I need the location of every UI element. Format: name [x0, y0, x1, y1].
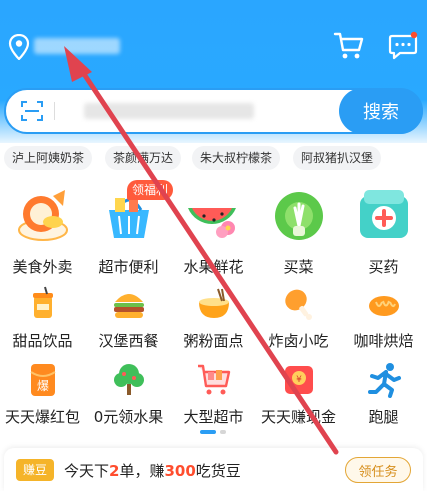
category-supermarket[interactable]: 超市便利 — [86, 186, 171, 281]
bean-task-bar: 赚豆 今天下2单，赚300吃货豆 领任务 — [4, 448, 423, 491]
category-label: 大型超市 — [183, 408, 244, 426]
bread-icon — [368, 296, 399, 316]
hot-search-chips: 泸上阿姨奶茶 茶颜满万达 朱大叔柠檬茶 阿叔猪扒汉堡 — [0, 146, 427, 170]
location-pin-icon[interactable] — [8, 34, 30, 60]
header-bar: 搜索 — [0, 0, 427, 143]
running-man-icon — [367, 363, 401, 398]
vegetable-icon — [274, 192, 323, 240]
shopping-cart-icon[interactable] — [333, 30, 365, 60]
category-label: 炸卤小吃 — [268, 332, 329, 350]
category-label: 0元领水果 — [93, 408, 164, 426]
hot-search-chip[interactable]: 阿叔猪扒汉堡 — [293, 146, 382, 170]
hot-search-chip[interactable]: 朱大叔柠檬茶 — [192, 146, 281, 170]
category-label: 美食外卖 — [12, 258, 73, 276]
bean-tag: 赚豆 — [16, 459, 54, 481]
cash-envelope-icon: ¥ — [284, 366, 313, 394]
category-label: 天天爆红包 — [4, 408, 80, 426]
category-label: 甜品饮品 — [12, 332, 73, 350]
scan-icon[interactable] — [20, 99, 44, 123]
shopping-cart-icon — [197, 364, 230, 395]
location-text-blurred[interactable] — [34, 38, 120, 54]
claim-task-button[interactable]: 领任务 — [345, 457, 411, 483]
category-label: 跑腿 — [368, 408, 399, 426]
category-label: 买菜 — [283, 258, 314, 276]
category-vegetables[interactable]: 买菜 — [256, 186, 341, 281]
page-indicator-active — [200, 430, 216, 434]
search-bar: 搜索 — [4, 88, 423, 134]
page-indicator-dot — [220, 430, 226, 434]
bean-task-text: 今天下2单，赚300吃货豆 — [64, 462, 241, 480]
category-label: 粥粉面点 — [183, 332, 244, 350]
category-errand[interactable]: 跑腿 — [341, 362, 426, 457]
category-medicine[interactable]: 买药 — [341, 186, 426, 281]
category-earn-cash[interactable]: ¥ 天天赚现金 — [256, 362, 341, 457]
medicine-box-icon — [359, 190, 408, 238]
category-label: 超市便利 — [98, 258, 159, 276]
category-free-fruit[interactable]: 0元领水果 — [86, 362, 171, 457]
watermelon-flower-icon — [187, 208, 236, 238]
search-divider — [54, 102, 55, 120]
burger-icon — [113, 294, 144, 318]
drumstick-icon — [284, 289, 312, 320]
category-label: 买药 — [368, 258, 399, 276]
red-packet-icon: 爆 — [29, 364, 56, 396]
svg-text:¥: ¥ — [296, 375, 302, 385]
category-label: 水果鲜花 — [183, 258, 244, 276]
welfare-badge: 领福利 — [127, 180, 173, 200]
hot-search-chip[interactable]: 茶颜满万达 — [105, 146, 182, 170]
category-label: 天天赚现金 — [260, 408, 336, 426]
noodle-bowl-icon — [198, 288, 229, 318]
search-placeholder-blurred — [84, 103, 254, 119]
drink-cup-icon — [32, 286, 53, 318]
fruit-tree-icon — [113, 364, 144, 395]
food-delivery-icon — [17, 190, 68, 241]
search-button[interactable]: 搜索 — [339, 88, 423, 134]
category-food-delivery[interactable]: 美食外卖 — [0, 186, 85, 281]
message-bubble-icon[interactable] — [388, 31, 418, 61]
category-fruit-flower[interactable]: 水果鲜花 — [171, 186, 256, 281]
category-large-supermarket[interactable]: 大型超市 — [171, 362, 256, 457]
category-label: 咖啡烘焙 — [353, 332, 414, 350]
category-label: 汉堡西餐 — [98, 332, 159, 350]
category-daily-red-packet[interactable]: 爆 天天爆红包 — [0, 362, 85, 457]
svg-text:爆: 爆 — [36, 379, 48, 393]
hot-search-chip[interactable]: 泸上阿姨奶茶 — [4, 146, 93, 170]
